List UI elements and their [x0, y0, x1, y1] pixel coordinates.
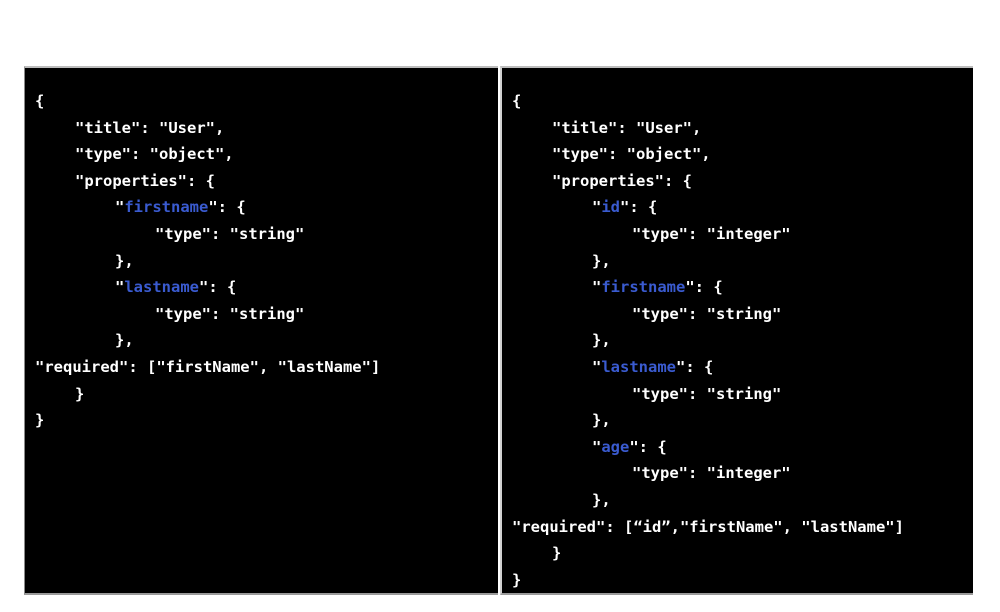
request-schema-code: { "title": "User", "type": "object", "prope… — [35, 88, 380, 434]
code-line: "properties": { — [75, 171, 215, 190]
property-key: firstname — [601, 278, 686, 297]
code-line: "age": { — [512, 434, 904, 461]
code-line: "type": "string" — [632, 384, 782, 403]
code-line: "type": "integer" — [632, 224, 791, 243]
code-line: "type": "integer" — [632, 464, 791, 483]
property-key: lastname — [124, 278, 199, 297]
code-line: }, — [592, 331, 611, 350]
code-line: "lastname": { — [512, 354, 904, 381]
code-line: "firstname": { — [512, 274, 904, 301]
property-key: lastname — [601, 357, 676, 376]
code-line: }, — [592, 490, 611, 509]
code-punct: ": { — [676, 357, 714, 376]
code-line: "type": "string" — [155, 224, 305, 243]
code-line: "id": { — [512, 194, 904, 221]
code-line: "type": "string" — [155, 304, 305, 323]
code-line: "type": "object", — [552, 145, 711, 164]
code-punct: " — [592, 278, 602, 297]
code-line: } — [552, 544, 562, 563]
code-punct: " — [592, 437, 602, 456]
code-line: } — [512, 570, 522, 589]
code-punct: " — [115, 198, 125, 217]
code-line: { — [35, 92, 45, 110]
code-line: "firstname": { — [35, 194, 380, 221]
property-key: age — [601, 437, 630, 456]
code-line: "properties": { — [552, 171, 692, 190]
response-schema-panel: { "title": "User", "type": "object", "prope… — [500, 66, 973, 595]
code-line: "lastname": { — [35, 274, 380, 301]
code-punct: " — [592, 198, 602, 217]
property-key: id — [601, 198, 621, 217]
code-line: } — [35, 411, 45, 430]
code-line: { — [512, 92, 522, 110]
code-line: "required": ["firstName", "lastName"] — [35, 357, 381, 376]
code-punct: " — [592, 357, 602, 376]
code-punct: ": { — [620, 198, 658, 217]
code-line: }, — [115, 251, 134, 270]
code-punct: ": { — [208, 198, 246, 217]
code-line: } — [75, 384, 85, 403]
code-punct: ": { — [685, 278, 723, 297]
code-line: "title": "User", — [75, 118, 225, 137]
request-schema-panel: { "title": "User", "type": "object", "prope… — [24, 66, 498, 595]
code-line: "title": "User", — [552, 118, 702, 137]
code-punct: ": { — [199, 278, 237, 297]
code-line: }, — [592, 411, 611, 430]
property-key: firstname — [124, 198, 209, 217]
code-line: }, — [592, 251, 611, 270]
response-schema-code: { "title": "User", "type": "object", "prope… — [512, 88, 904, 593]
code-punct: " — [115, 278, 125, 297]
code-line: "type": "object", — [75, 145, 234, 164]
code-line: "type": "string" — [632, 304, 782, 323]
code-punct: ": { — [629, 437, 667, 456]
code-line: "required": [“id”,"firstName", "lastName… — [512, 517, 904, 536]
code-line: }, — [115, 331, 134, 350]
